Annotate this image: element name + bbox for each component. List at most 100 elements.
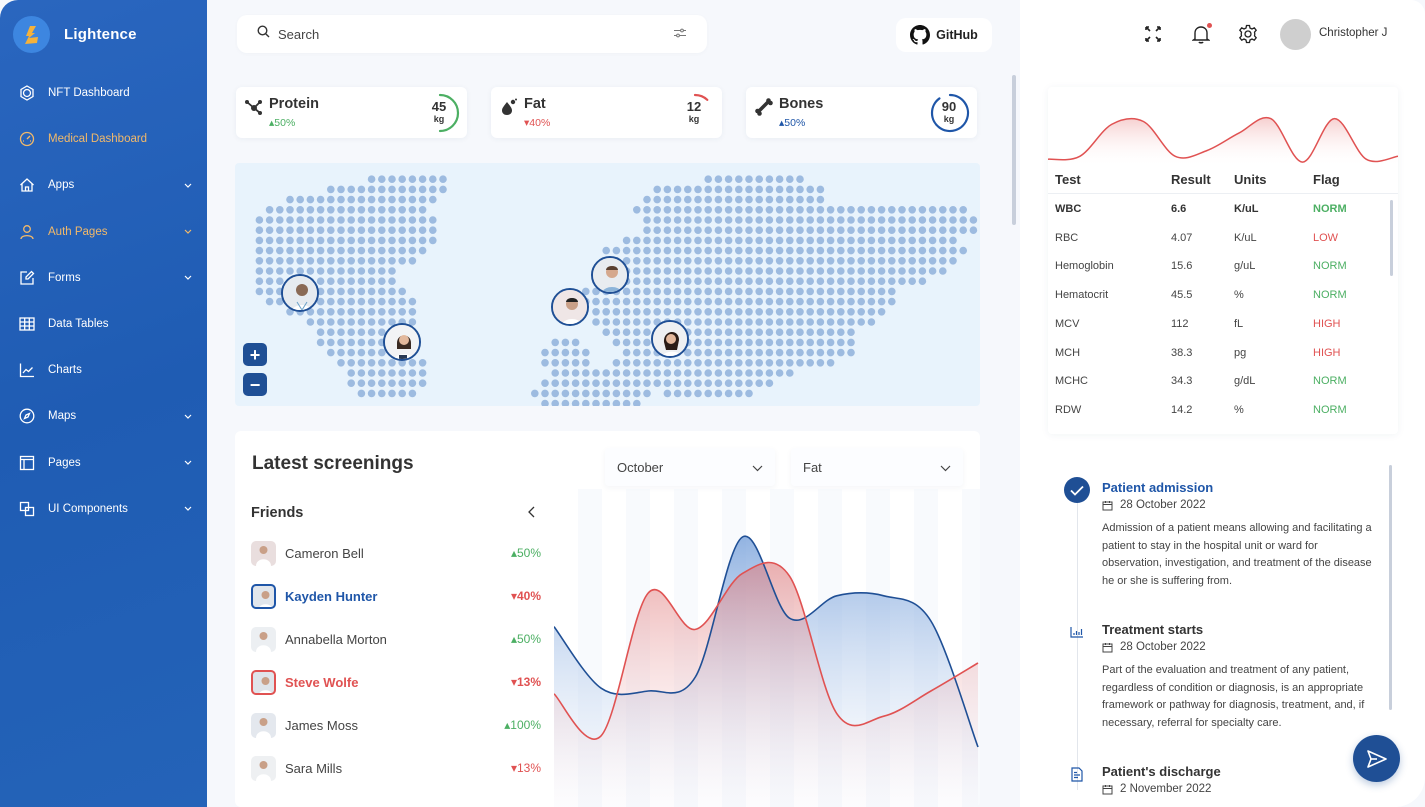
- doctors-map[interactable]: + −: [235, 163, 980, 406]
- search-input[interactable]: [278, 26, 673, 42]
- lab-cell-result: 38.3: [1171, 346, 1193, 359]
- map-dot: [918, 216, 927, 224]
- lab-table-scrollbar[interactable]: [1390, 200, 1393, 276]
- sidebar-item-ui-components[interactable]: UI Components: [0, 486, 207, 532]
- user-avatar[interactable]: [1280, 19, 1311, 50]
- doctor-pin[interactable]: [383, 323, 421, 361]
- main-scrollbar[interactable]: [1012, 75, 1016, 225]
- brand[interactable]: Lightence: [13, 16, 137, 53]
- map-dot: [337, 257, 345, 265]
- friend-row[interactable]: Kayden Hunter ▾40%: [251, 581, 541, 611]
- map-dot: [265, 287, 274, 296]
- map-dot: [908, 277, 916, 285]
- map-dot: [775, 236, 784, 245]
- sidebar-item-apps[interactable]: Apps: [0, 162, 207, 208]
- lab-table-row[interactable]: Hematocrit 45.5% NORM: [1048, 289, 1388, 318]
- timeline-title[interactable]: Patient admission: [1102, 480, 1213, 495]
- map-dot: [429, 185, 437, 194]
- friend-row[interactable]: James Moss ▴100%: [251, 710, 541, 740]
- map-dot: [286, 195, 294, 204]
- map-dot: [357, 369, 366, 377]
- lab-table-row[interactable]: RBC 4.07 K/uL LOW: [1048, 232, 1388, 261]
- map-dot: [745, 359, 753, 367]
- layout-icon: [18, 454, 36, 472]
- map-dot: [918, 267, 927, 275]
- map-dot: [633, 399, 641, 406]
- sidebar-item-pages[interactable]: Pages: [0, 440, 207, 486]
- fullscreen-icon[interactable]: [1142, 23, 1164, 45]
- map-dot: [796, 338, 804, 347]
- column-header[interactable]: Test: [1055, 172, 1081, 187]
- column-header[interactable]: Result: [1171, 172, 1211, 187]
- sidebar-item-data-tables[interactable]: Data Tables: [0, 301, 207, 347]
- filter-sliders-icon[interactable]: [673, 25, 687, 43]
- map-dot: [673, 308, 682, 316]
- map-dot: [643, 348, 651, 357]
- sidebar-item-nft-dashboard[interactable]: NFT Dashboard: [0, 70, 207, 116]
- chevron-left-icon[interactable]: [524, 504, 538, 520]
- settings-gear-icon[interactable]: [1237, 23, 1259, 45]
- doctor-pin[interactable]: [651, 320, 689, 358]
- notification-bell-icon[interactable]: [1190, 23, 1212, 45]
- timeline-scrollbar[interactable]: [1389, 465, 1392, 710]
- map-zoom-in-button[interactable]: +: [243, 343, 267, 366]
- map-dot: [735, 389, 743, 398]
- map-dot: [816, 328, 825, 336]
- column-header[interactable]: Flag: [1313, 172, 1340, 187]
- map-dot: [928, 206, 937, 214]
- map-dot: [255, 287, 264, 296]
- user-name[interactable]: Christopher J: [1319, 27, 1387, 39]
- timeline-title[interactable]: Patient's discharge: [1102, 764, 1221, 779]
- map-dot: [357, 206, 366, 214]
- map-dot: [745, 338, 753, 347]
- friend-row[interactable]: Annabella Morton ▴50%: [251, 624, 541, 654]
- patient-timeline: Patient admission 28 October 2022 Admiss…: [1050, 465, 1390, 795]
- lab-table-row[interactable]: MCH 38.3 pg HIGH: [1048, 347, 1388, 376]
- map-dot: [602, 328, 610, 336]
- sidebar-item-charts[interactable]: Charts: [0, 347, 207, 393]
- friend-change-value: 50%: [516, 632, 541, 646]
- sidebar-item-medical-dashboard[interactable]: Medical Dashboard: [0, 116, 207, 162]
- map-dot: [582, 399, 590, 406]
- friend-change-value: 40%: [516, 589, 541, 603]
- lab-table-row[interactable]: Hemoglobin 15.6 g/uL NORM: [1048, 260, 1388, 289]
- map-dot: [255, 267, 264, 275]
- map-dot: [643, 328, 651, 336]
- timeline-title[interactable]: Treatment starts: [1102, 622, 1203, 637]
- map-dot: [694, 206, 702, 214]
- map-dot: [357, 348, 366, 357]
- github-button[interactable]: GitHub: [896, 18, 992, 52]
- map-dot: [551, 379, 559, 387]
- metric-select[interactable]: Fat: [791, 448, 963, 486]
- friend-row[interactable]: Cameron Bell ▴50%: [251, 538, 541, 568]
- map-dot: [704, 195, 712, 204]
- lab-table-row[interactable]: RDW 14.2% NORM: [1048, 404, 1388, 433]
- friend-row[interactable]: Steve Wolfe ▾13%: [251, 667, 541, 697]
- column-header[interactable]: Units: [1234, 172, 1267, 187]
- friend-row[interactable]: Sara Mills ▾13%: [251, 753, 541, 783]
- lab-table-row[interactable]: MCV 112 fL HIGH: [1048, 318, 1388, 347]
- map-dot: [582, 359, 590, 367]
- map-dot: [796, 297, 804, 306]
- map-dot: [928, 236, 937, 245]
- month-select[interactable]: October: [605, 448, 775, 486]
- map-dot: [867, 226, 876, 234]
- map-dot: [571, 399, 580, 406]
- doctor-pin[interactable]: [281, 274, 319, 312]
- map-dot: [806, 297, 814, 306]
- check-circle-icon: [1064, 477, 1090, 503]
- map-zoom-out-button[interactable]: −: [243, 373, 267, 396]
- lab-table-row[interactable]: MCHC 34.3 g/dL NORM: [1048, 375, 1388, 404]
- map-dot: [337, 328, 345, 336]
- doctor-pin[interactable]: [591, 256, 629, 294]
- map-dot: [633, 206, 641, 214]
- lab-table-row[interactable]: WBC 6.6 K/uL NORM: [1048, 203, 1388, 232]
- map-dot: [367, 348, 376, 357]
- map-dot: [826, 338, 835, 347]
- send-message-button[interactable]: [1353, 735, 1400, 782]
- map-dot: [684, 267, 692, 275]
- doctor-pin[interactable]: [551, 288, 589, 326]
- sidebar-item-forms[interactable]: Forms: [0, 255, 207, 301]
- sidebar-item-auth-pages[interactable]: Auth Pages: [0, 209, 207, 255]
- sidebar-item-maps[interactable]: Maps: [0, 393, 207, 439]
